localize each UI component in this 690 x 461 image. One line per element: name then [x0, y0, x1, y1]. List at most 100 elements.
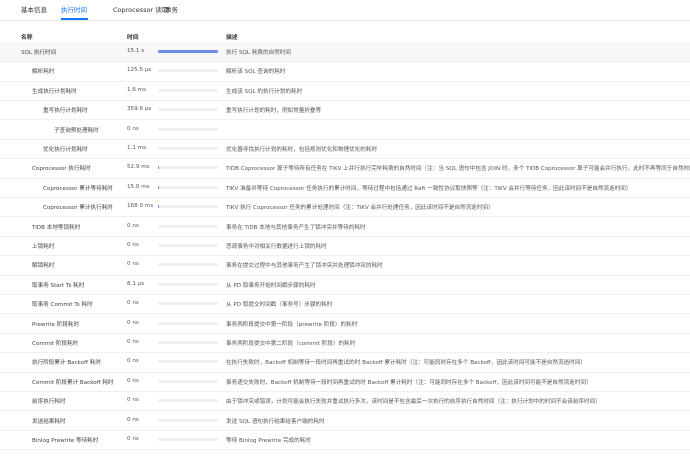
row-description: 重写执行计划的耗时，例如常量折叠等: [226, 108, 322, 115]
row-time: 0 ns: [127, 377, 139, 384]
tab-bar: 基本信息 执行时间 Coprocessor 读取 事务: [0, 0, 690, 21]
tab-coprocessor-read[interactable]: Coprocessor 读取: [113, 4, 168, 14]
row-time: 15.0 ms: [127, 183, 150, 190]
row-time: 52.9 ms: [127, 164, 150, 171]
tab-execution-time[interactable]: 执行时间: [61, 4, 87, 14]
row-name: 取事务 Commit Ts 耗时: [32, 302, 93, 309]
table-row[interactable]: 执行阶段累计 Backoff 耗时 0 ns 在执行失败时，Backoff 机制等待…: [0, 352, 690, 373]
row-name: 生成执行计划耗时: [32, 88, 77, 95]
row-name: SQL 执行时间: [21, 50, 57, 56]
row-name: 发送结果耗时: [32, 418, 66, 425]
column-header-name: 名称: [21, 35, 33, 41]
table-row[interactable]: 重写执行计划耗时 359.6 μs 重写执行计划的耗时，例如常量折叠等: [0, 100, 690, 121]
row-time: 168.0 ms: [127, 203, 154, 210]
row-description: 事务两阶段提交中第二阶段（commit 阶段）的耗时: [226, 341, 356, 347]
row-name: TiDB 本地等锁耗时: [32, 224, 81, 231]
table-row[interactable]: Coprocessor 累计执行耗时 168.0 ms TiKV 执行 Coproc…: [0, 197, 690, 218]
time-progress-bar: [158, 399, 218, 403]
row-name: 子查询预处理耗时: [54, 127, 99, 134]
row-time: 0 ns: [127, 261, 139, 268]
time-progress-bar: [158, 341, 218, 344]
row-description: TiDB Coprocessor 算子等待所有任务在 TiKV 上并行执行完毕耗…: [226, 166, 690, 173]
table-row[interactable]: SQL 执行时间 15.1 s 执行 SQL 耗费的自然时间: [0, 42, 690, 63]
table-row[interactable]: 子查询预处理耗时 0 ns: [0, 120, 690, 140]
time-progress-bar: [158, 224, 218, 228]
row-description: TiKV 执行 Coprocessor 任务的累计处理时间（注：TiKV 会并行…: [226, 205, 494, 212]
table-row[interactable]: 上锁耗时 0 ns 悲观事务中对相关行数据进行上锁的耗时: [0, 236, 690, 257]
active-tab-indicator: [61, 18, 88, 20]
time-progress-bar: [158, 321, 218, 325]
time-progress-bar: [158, 360, 218, 364]
row-description: 从 PD 取提交时间戳（事务号）步骤的耗时: [226, 302, 333, 309]
table-row[interactable]: Prewrite 阶段耗时 0 ns 事务两阶段提交中第一阶段（prewrite 阶…: [0, 314, 690, 334]
table-row[interactable]: TiDB 本地等锁耗时 0 ns 事务在 TiDB 本地与其他事务产生了锁冲突并等待…: [0, 217, 690, 237]
table-row[interactable]: Commit 阶段耗时 0 ns 事务两阶段提交中第二阶段（commit 阶段）的耗…: [0, 333, 690, 354]
row-description: 生成该 SQL 的执行计划的耗时: [226, 88, 303, 95]
table-row[interactable]: 发送结果耗时 0 ns 发送 SQL 语句执行结果给客户端的耗时: [0, 411, 690, 431]
time-progress-fill: [158, 166, 159, 170]
row-time: 8.1 μs: [127, 280, 145, 287]
table-row[interactable]: Commit 阶段累计 Backoff 耗时 0 ns 事务递交失败时，Backof…: [0, 372, 690, 392]
row-time: 1.1 ms: [127, 145, 147, 151]
table-row[interactable]: Coprocessor 累计等待耗时 15.0 ms TiKV 准备并等待 Copr…: [0, 178, 690, 198]
row-name: Coprocessor 执行耗时: [32, 166, 91, 173]
time-progress-fill: [158, 185, 159, 189]
tab-transaction[interactable]: 事务: [165, 4, 178, 14]
row-time: 1.6 ms: [127, 86, 147, 93]
row-name: 解锁耗时: [32, 263, 55, 270]
time-progress-bar: [158, 185, 218, 189]
row-name: 取事务 Start Ts 耗时: [32, 282, 85, 289]
table-header: 名称 时间 描述: [0, 30, 690, 41]
row-time: 0 ns: [127, 300, 139, 307]
row-time: 0 ns: [127, 125, 139, 132]
table-row[interactable]: 取事务 Start Ts 耗时 8.1 μs 从 PD 取事务开始时间戳步骤的耗时: [0, 275, 690, 295]
row-time: 0 ns: [127, 416, 139, 423]
table-row[interactable]: 生成执行计划耗时 1.6 ms 生成该 SQL 的执行计划的耗时: [0, 81, 690, 101]
tab-basic-info[interactable]: 基本信息: [21, 4, 47, 14]
row-time: 0 ns: [127, 397, 139, 404]
row-description: 事务在提交过程中与其他事务产生了锁冲突并处理锁冲突的耗时: [226, 263, 383, 270]
column-header-time: 时间: [127, 35, 139, 41]
row-time: 0 ns: [127, 319, 139, 326]
row-description: 发送 SQL 语句执行结果给客户端的耗时: [226, 418, 325, 425]
table-row[interactable]: 优化执行计划耗时 1.1 ms 优化器寻找执行计划的耗时，包括规则优化和物理优化的耗…: [0, 139, 690, 160]
table-row[interactable]: 解锁耗时 0 ns 事务在提交过程中与其他事务产生了锁冲突并处理锁冲突的耗时: [0, 255, 690, 276]
row-time: 0 ns: [127, 242, 139, 248]
row-name: 重写执行计划耗时: [43, 108, 88, 115]
row-name: Coprocessor 累计等待耗时: [43, 185, 113, 192]
row-description: 在执行失败时，Backoff 机制等待一段时间再重试的时 Backoff 累计耗…: [226, 360, 586, 367]
row-time: 0 ns: [127, 222, 139, 229]
row-time: 0 ns: [127, 358, 139, 365]
table-row[interactable]: 取事务 Commit Ts 耗时 0 ns 从 PD 取提交时间戳（事务号）步骤的耗…: [0, 294, 690, 315]
row-name: 执行阶段累计 Backoff 耗时: [32, 360, 101, 367]
table-row[interactable]: 前序执行耗时 0 ns 由于锁冲突或错误，计划可能会执行失败并重试执行多次，该时间是…: [0, 391, 690, 412]
table-row[interactable]: Binlog Prewrite 等待耗时 0 ns 等待 Binlog Prewri…: [0, 430, 690, 451]
row-description: 执行 SQL 耗费的自然时间: [226, 50, 291, 56]
row-time: 359.6 μs: [127, 106, 152, 113]
time-progress-bar: [158, 127, 218, 131]
table-row[interactable]: Coprocessor 执行耗时 52.9 ms TiDB Coprocessor …: [0, 158, 690, 179]
row-name: 解析耗时: [32, 69, 55, 76]
time-progress-bar: [158, 205, 218, 209]
row-name: 优化执行计划耗时: [43, 147, 88, 153]
row-description: 由于锁冲突或错误，计划可能会执行失败并重试执行多次，该时间是不包含最后一次执行的…: [226, 399, 601, 406]
time-progress-bar: [158, 108, 218, 112]
row-description: 事务两阶段提交中第一阶段（prewrite 阶段）的耗时: [226, 321, 358, 328]
row-description: 解析该 SQL 查询的耗时: [226, 69, 286, 76]
row-time: 0 ns: [127, 339, 139, 345]
row-description: 悲观事务中对相关行数据进行上锁的耗时: [226, 244, 327, 250]
row-time: 0 ns: [127, 436, 139, 442]
time-progress-bar: [158, 438, 218, 441]
row-description: 从 PD 取事务开始时间戳步骤的耗时: [226, 282, 316, 289]
time-progress-bar: [158, 88, 218, 92]
row-time: 15.1 s: [127, 48, 145, 54]
row-name: Binlog Prewrite 等待耗时: [32, 438, 99, 444]
time-progress-fill: [158, 205, 159, 209]
time-progress-bar: [158, 50, 218, 53]
table-row[interactable]: 解析耗时 125.5 μs 解析该 SQL 查询的耗时: [0, 61, 690, 82]
time-progress-bar: [158, 263, 218, 267]
time-progress-bar: [158, 282, 218, 286]
time-progress-fill: [158, 50, 218, 53]
row-time: 125.5 μs: [127, 67, 152, 74]
row-name: 上锁耗时: [32, 244, 55, 250]
